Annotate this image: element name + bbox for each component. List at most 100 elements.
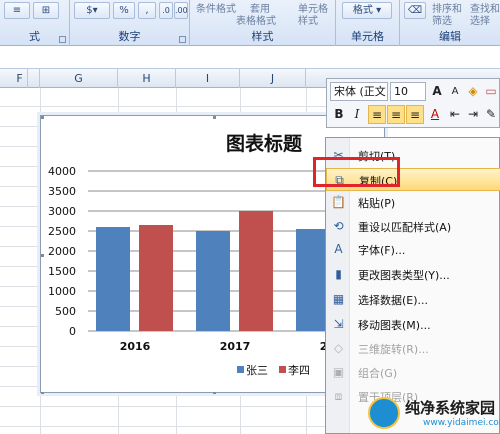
ribbon-group-editing: ⌫ 排序和 筛选 查找和 选择 编辑: [400, 0, 500, 46]
ribbon-group-number: $▾ % , .0 .00 数字: [70, 0, 190, 46]
bring-front-icon: ⧈: [334, 389, 343, 403]
font-color-button[interactable]: A: [426, 105, 444, 124]
clear-button[interactable]: ⌫: [404, 2, 426, 19]
column-header-g[interactable]: G: [40, 69, 118, 88]
accounting-format-button[interactable]: $▾: [74, 2, 110, 19]
rotate-3d-icon: ◇: [333, 341, 344, 355]
bar-张三-2017: [196, 231, 230, 331]
bar-张三-2016: [96, 227, 130, 331]
format-label: 格式: [352, 5, 373, 16]
resize-handle: [41, 116, 44, 119]
indent-button[interactable]: ≡: [4, 2, 30, 19]
grow-font-button[interactable]: A: [428, 82, 446, 101]
menu-item-label: 重设以匹配样式(A): [358, 221, 452, 234]
cell-styles-label-2[interactable]: 样式: [298, 12, 318, 27]
y-tick-label: 1000: [48, 285, 76, 298]
align-center-icon[interactable]: ≡: [387, 105, 405, 124]
shrink-font-button[interactable]: A: [446, 82, 464, 101]
ribbon-group-alignment: ≡ ⊞ 式: [0, 0, 70, 46]
x-tick-label: 2017: [220, 340, 251, 353]
highlight-annotation-box: [313, 157, 400, 187]
resize-handle: [213, 392, 216, 394]
font-size-select[interactable]: 10: [390, 82, 426, 101]
menu-item-paste[interactable]: 📋 粘贴(P): [326, 191, 500, 214]
align-right-icon[interactable]: ≡: [406, 105, 424, 124]
format-as-table-label-2[interactable]: 表格格式: [236, 12, 276, 27]
ribbon-group-label: 样式: [251, 30, 274, 43]
y-tick-label: 2500: [48, 225, 76, 238]
format-painter-icon[interactable]: ✎: [482, 105, 500, 124]
sort-filter-label-2[interactable]: 筛选: [432, 12, 452, 27]
menu-item-label: 选择数据(E)...: [358, 294, 429, 307]
ribbon: ≡ ⊞ 式 $▾ % , .0 .00 数字 条件格式 套用 表格格式 单元格 …: [0, 0, 500, 46]
menu-item-label: 字体(F)...: [358, 244, 406, 257]
resize-handle: [41, 392, 44, 394]
bar-李四-2017: [239, 211, 273, 331]
resize-handle: [213, 116, 216, 119]
format-button[interactable]: 格式 ▾: [342, 2, 392, 19]
resize-handle: [41, 254, 44, 257]
decrease-indent-icon[interactable]: ⇤: [446, 105, 464, 124]
group-icon: ▣: [332, 365, 345, 379]
bold-button[interactable]: B: [330, 105, 348, 124]
increase-indent-icon[interactable]: ⇥: [464, 105, 482, 124]
ribbon-group-cells: 格式 ▾ 单元格: [336, 0, 400, 46]
menu-item-select-data[interactable]: ▦ 选择数据(E)...: [326, 288, 500, 311]
bar-李四-2016: [139, 225, 173, 331]
font-name-select[interactable]: 宋体 (正文: [330, 82, 388, 101]
menu-item-reset-style[interactable]: ⟲ 重设以匹配样式(A): [326, 215, 500, 238]
merge-button[interactable]: ⊞: [33, 2, 59, 19]
y-tick-label: 0: [69, 325, 76, 338]
ribbon-group-label: 单元格: [351, 30, 384, 43]
move-chart-icon: ⇲: [333, 317, 344, 331]
column-header-f[interactable]: F: [0, 69, 40, 88]
legend-swatch: [279, 366, 286, 373]
menu-item-label: 三维旋转(R)...: [358, 343, 429, 356]
ribbon-group-styles: 条件格式 套用 表格格式 单元格 样式 样式: [190, 0, 336, 46]
menu-item-group: ▣ 组合(G): [326, 361, 500, 384]
menu-item-font[interactable]: A 字体(F)...: [326, 238, 500, 261]
align-left-icon[interactable]: ≡: [368, 105, 386, 124]
y-tick-label: 4000: [48, 165, 76, 178]
conditional-format-label[interactable]: 条件格式: [196, 0, 236, 15]
column-header-h[interactable]: H: [118, 69, 176, 88]
outline-color-icon[interactable]: ▭: [482, 82, 500, 101]
select-data-icon: ▦: [332, 292, 345, 306]
font-icon: A: [334, 242, 343, 256]
reset-style-icon: ⟲: [333, 219, 344, 233]
column-header-i[interactable]: I: [176, 69, 240, 88]
ribbon-group-label: 数字: [118, 30, 141, 43]
dialog-launcher-icon[interactable]: [59, 36, 66, 43]
legend-label: 张三: [246, 364, 268, 377]
ribbon-group-label: 编辑: [439, 30, 461, 43]
chart-type-icon: ▮: [335, 267, 342, 281]
mini-toolbar: 宋体 (正文 10 A A ◈ ▭ B I ≡ ≡ ≡ A ⇤ ⇥ ✎: [326, 78, 500, 128]
menu-item-label: 移动图表(M)...: [358, 319, 431, 332]
fill-color-icon[interactable]: ◈: [464, 82, 482, 101]
column-header-j[interactable]: J: [240, 69, 306, 88]
watermark: 纯净系统家园 www.yidaimei.com: [365, 395, 500, 434]
y-tick-label: 3000: [48, 205, 76, 218]
watermark-url: www.yidaimei.com: [423, 418, 500, 428]
x-tick-label: 2016: [120, 340, 151, 353]
comma-button[interactable]: ,: [138, 2, 156, 19]
y-tick-label: 1500: [48, 265, 76, 278]
italic-button[interactable]: I: [348, 105, 366, 124]
dialog-launcher-icon[interactable]: [179, 36, 186, 43]
y-tick-label: 3500: [48, 185, 76, 198]
increase-decimal-button[interactable]: .0: [159, 2, 173, 19]
legend-swatch: [237, 366, 244, 373]
menu-item-label: 更改图表类型(Y)...: [358, 269, 450, 282]
watermark-logo-icon: [368, 397, 400, 429]
y-tick-label: 2000: [48, 245, 76, 258]
find-select-label-2[interactable]: 选择: [470, 12, 490, 27]
menu-item-chart-type[interactable]: ▮ 更改图表类型(Y)...: [326, 263, 500, 286]
y-tick-label: 500: [55, 305, 76, 318]
menu-item-rotate-3d: ◇ 三维旋转(R)...: [326, 337, 500, 360]
legend-label: 李四: [288, 363, 310, 377]
menu-item-label: 粘贴(P): [358, 197, 396, 210]
percent-button[interactable]: %: [113, 2, 135, 19]
decrease-decimal-button[interactable]: .00: [174, 2, 188, 19]
watermark-title: 纯净系统家园: [405, 399, 496, 417]
menu-item-move-chart[interactable]: ⇲ 移动图表(M)...: [326, 313, 500, 336]
